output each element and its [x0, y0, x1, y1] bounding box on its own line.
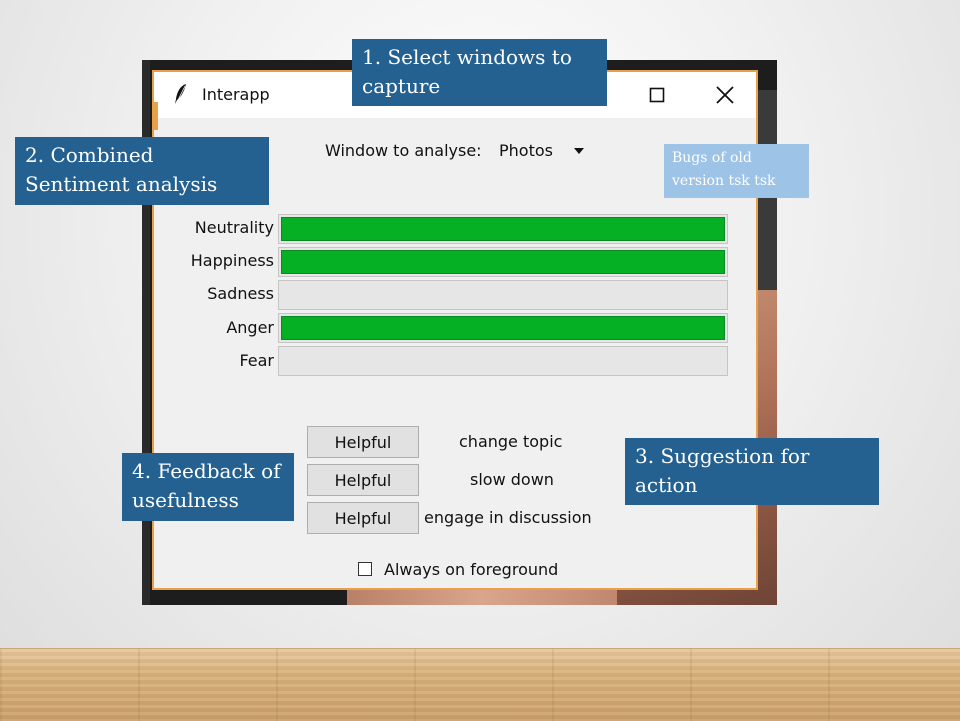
window-selector-label: Window to analyse:	[325, 141, 482, 160]
window-title: Interapp	[202, 85, 270, 104]
emotion-bar-fill	[281, 316, 725, 340]
chevron-down-icon[interactable]	[574, 148, 584, 154]
maximize-button[interactable]	[634, 72, 680, 118]
emotion-label-happiness: Happiness	[190, 251, 274, 270]
window-selector-dropdown[interactable]: Photos	[499, 141, 553, 160]
suggestion-text: slow down	[470, 470, 554, 489]
callout-select-windows: 1. Select windows to capture	[352, 39, 607, 106]
suggestion-text: change topic	[459, 432, 563, 451]
helpful-button[interactable]: Helpful	[307, 426, 419, 458]
close-icon	[716, 86, 734, 104]
callout-bugs-note: Bugs of old version tsk tsk	[664, 144, 809, 198]
helpful-button[interactable]: Helpful	[307, 502, 419, 534]
emotion-bar-sadness	[278, 280, 728, 310]
suggestion-text: engage in discussion	[424, 508, 592, 527]
feather-icon	[175, 84, 186, 104]
emotion-bar-happiness	[278, 247, 728, 277]
helpful-button[interactable]: Helpful	[307, 464, 419, 496]
close-button[interactable]	[702, 72, 748, 118]
callout-feedback: 4. Feedback of usefulness	[122, 453, 294, 521]
emotion-label-anger: Anger	[226, 318, 274, 337]
always-on-foreground-checkbox[interactable]	[358, 562, 372, 576]
emotion-bar-neutrality	[278, 214, 728, 244]
emotion-label-fear: Fear	[239, 351, 274, 370]
always-on-foreground-label[interactable]: Always on foreground	[384, 560, 558, 579]
wooden-floor	[0, 648, 960, 721]
emotion-bar-anger	[278, 313, 728, 343]
callout-suggestion: 3. Suggestion for action	[625, 438, 879, 505]
emotion-label-sadness: Sadness	[207, 284, 274, 303]
emotion-label-neutrality: Neutrality	[194, 218, 274, 237]
emotion-bar-fill	[281, 250, 725, 274]
emotion-bar-fill	[281, 217, 725, 241]
maximize-icon	[649, 87, 665, 103]
emotion-bar-fear	[278, 346, 728, 376]
callout-sentiment-analysis: 2. Combined Sentiment analysis	[15, 137, 269, 205]
window-edge-marker	[152, 102, 158, 130]
